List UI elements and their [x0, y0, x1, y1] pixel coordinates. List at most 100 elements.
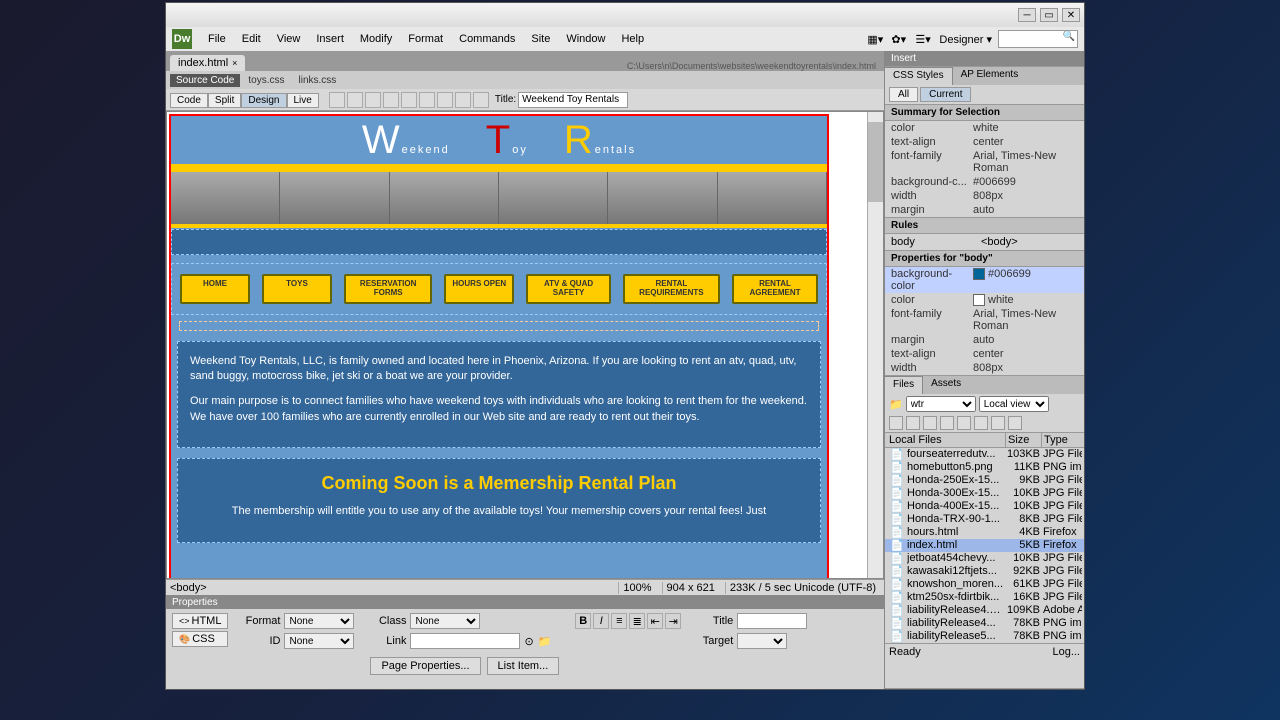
ol-icon[interactable]: ≣: [629, 613, 645, 629]
related-1[interactable]: toys.css: [242, 74, 290, 87]
view-code-button[interactable]: Code: [170, 93, 208, 108]
html-mode-button[interactable]: <> HTML: [172, 613, 228, 629]
expand-icon[interactable]: [1008, 416, 1022, 430]
file-row[interactable]: 📄index.html5KBFirefox: [885, 539, 1084, 552]
id-select[interactable]: None: [284, 633, 354, 649]
view-live-button[interactable]: Live: [287, 93, 319, 108]
menu-modify[interactable]: Modify: [352, 30, 400, 48]
file-row[interactable]: 📄kawasaki12ftjets...92KBJPG File: [885, 565, 1084, 578]
target-select[interactable]: [737, 633, 787, 649]
file-row[interactable]: 📄hours.html4KBFirefox: [885, 526, 1084, 539]
related-2[interactable]: links.css: [293, 74, 343, 87]
file-row[interactable]: 📄liabilityRelease5...78KBPNG ima: [885, 630, 1084, 643]
files-tab[interactable]: Files: [885, 376, 923, 394]
file-row[interactable]: 📄ktm250sx-fdirtbik...16KBJPG File: [885, 591, 1084, 604]
nav-home[interactable]: HOME: [180, 274, 250, 304]
inspect-icon[interactable]: [347, 92, 363, 108]
rule-body[interactable]: body<body>: [885, 234, 1084, 250]
close-tab-icon[interactable]: ×: [232, 58, 237, 68]
minimize-button[interactable]: ─: [1018, 8, 1036, 22]
sync-icon[interactable]: [991, 416, 1005, 430]
files-col-name[interactable]: Local Files: [885, 433, 1006, 447]
file-row[interactable]: 📄liabilityRelease4...78KBPNG ima: [885, 617, 1084, 630]
css-summary-row[interactable]: marginauto: [885, 203, 1084, 217]
nav-reservation-forms[interactable]: RESERVATION FORMS: [344, 274, 432, 304]
preview-icon[interactable]: [383, 92, 399, 108]
nav-rental-agreement[interactable]: RENTAL AGREEMENT: [732, 274, 818, 304]
refresh-icon[interactable]: [473, 92, 489, 108]
file-row[interactable]: 📄jetboat454chevy...10KBJPG File: [885, 552, 1084, 565]
tag-selector[interactable]: <body> 100% 904 x 621 233K / 5 sec Unico…: [166, 579, 884, 595]
nav-toys[interactable]: TOYS: [262, 274, 332, 304]
css-summary-row[interactable]: font-familyArial, Times-New Roman: [885, 149, 1084, 175]
link-point-icon[interactable]: ⊙: [524, 635, 533, 648]
file-row[interactable]: 📄knowshon_moren...61KBJPG File: [885, 578, 1084, 591]
css-all-button[interactable]: All: [889, 87, 918, 102]
search-input[interactable]: 🔍: [998, 30, 1078, 48]
files-col-size[interactable]: Size: [1006, 433, 1042, 447]
design-canvas[interactable]: Weekend Toy Rentals HOMETOYSRESERVATION …: [166, 111, 884, 579]
menu-insert[interactable]: Insert: [308, 30, 352, 48]
menu-view[interactable]: View: [269, 30, 309, 48]
canvas-scrollbar[interactable]: [867, 112, 883, 578]
menu-window[interactable]: Window: [558, 30, 613, 48]
doc-tab-index[interactable]: index.html×: [170, 55, 245, 71]
page-properties-button[interactable]: Page Properties...: [370, 657, 480, 675]
format-select[interactable]: None: [284, 613, 354, 629]
css-prop-row[interactable]: text-aligncenter: [885, 347, 1084, 361]
outdent-icon[interactable]: ⇤: [647, 613, 663, 629]
link-input[interactable]: [410, 633, 520, 649]
checkin-icon[interactable]: [974, 416, 988, 430]
title-input[interactable]: [518, 92, 628, 108]
link-browse-icon[interactable]: 📁: [538, 635, 552, 648]
files-log-link[interactable]: Log...: [1052, 646, 1080, 658]
bold-icon[interactable]: B: [575, 613, 591, 629]
extend-icon[interactable]: ✿▾: [891, 32, 905, 46]
live-view-icon[interactable]: [329, 92, 345, 108]
css-prop-row[interactable]: background-color#006699: [885, 267, 1084, 293]
close-button[interactable]: ✕: [1062, 8, 1080, 22]
css-summary-row[interactable]: text-aligncenter: [885, 135, 1084, 149]
menu-file[interactable]: File: [200, 30, 234, 48]
view-design-button[interactable]: Design: [241, 93, 286, 108]
menu-commands[interactable]: Commands: [451, 30, 523, 48]
checkout-icon[interactable]: [957, 416, 971, 430]
view-split-button[interactable]: Split: [208, 93, 241, 108]
menu-edit[interactable]: Edit: [234, 30, 269, 48]
site-icon[interactable]: ☰▾: [915, 32, 929, 46]
related-0[interactable]: Source Code: [170, 74, 240, 87]
maximize-button[interactable]: ▭: [1040, 8, 1058, 22]
file-row[interactable]: 📄Honda-TRX-90-1...8KBJPG File: [885, 513, 1084, 526]
nav-hours-open[interactable]: HOURS OPEN: [444, 274, 514, 304]
ul-icon[interactable]: ≡: [611, 613, 627, 629]
css-prop-row[interactable]: colorwhite: [885, 293, 1084, 307]
file-row[interactable]: 📄homebutton5.png11KBPNG ima: [885, 461, 1084, 474]
menu-site[interactable]: Site: [523, 30, 558, 48]
validate-icon[interactable]: [437, 92, 453, 108]
indent-icon[interactable]: ⇥: [665, 613, 681, 629]
file-row[interactable]: 📄Honda-250Ex-15...9KBJPG File: [885, 474, 1084, 487]
menu-help[interactable]: Help: [613, 30, 652, 48]
class-select[interactable]: None: [410, 613, 480, 629]
view-select[interactable]: Local view: [979, 396, 1049, 412]
ap-elements-tab[interactable]: AP Elements: [953, 67, 1027, 85]
check-icon[interactable]: [455, 92, 471, 108]
visual-aids-icon[interactable]: [419, 92, 435, 108]
nav-rental-requirements[interactable]: RENTAL REQUIREMENTS: [623, 274, 720, 304]
refresh-files-icon[interactable]: [906, 416, 920, 430]
zoom-indicator[interactable]: 100%: [618, 582, 655, 594]
css-prop-row[interactable]: width808px: [885, 361, 1084, 375]
put-icon[interactable]: [940, 416, 954, 430]
css-prop-row[interactable]: font-familyArial, Times-New Roman: [885, 307, 1084, 333]
workspace-switcher[interactable]: Designer ▾: [939, 33, 992, 46]
get-icon[interactable]: [923, 416, 937, 430]
css-mode-button[interactable]: 🎨 CSS: [172, 631, 228, 647]
multiscreen-icon[interactable]: [365, 92, 381, 108]
connect-icon[interactable]: [889, 416, 903, 430]
css-summary-row[interactable]: colorwhite: [885, 121, 1084, 135]
file-row[interactable]: 📄Honda-300Ex-15...10KBJPG File: [885, 487, 1084, 500]
file-row[interactable]: 📄liabilityRelease4.pdf109KBAdobe A: [885, 604, 1084, 617]
css-summary-row[interactable]: background-c...#006699: [885, 175, 1084, 189]
css-styles-tab[interactable]: CSS Styles: [885, 67, 953, 85]
files-col-type[interactable]: Type: [1042, 433, 1084, 447]
